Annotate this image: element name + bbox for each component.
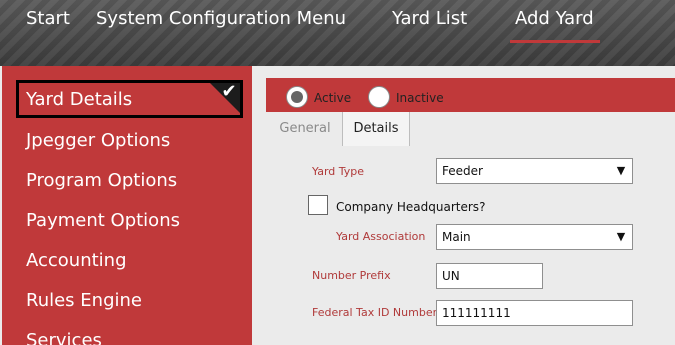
yard-association-value: Main xyxy=(442,230,471,244)
nav-yard-list[interactable]: Yard List xyxy=(392,8,467,30)
chevron-down-icon: ▼ xyxy=(616,164,626,177)
status-bar: Active Inactive xyxy=(266,78,675,112)
sidebar-item-rules-engine[interactable]: Rules Engine xyxy=(26,288,142,314)
inactive-radio-label[interactable]: Inactive xyxy=(396,90,444,106)
yard-type-select[interactable]: Feeder ▼ xyxy=(436,158,633,184)
number-prefix-label: Number Prefix xyxy=(312,269,391,282)
sidebar-item-accounting[interactable]: Accounting xyxy=(26,248,127,274)
chevron-down-icon: ▼ xyxy=(616,230,626,243)
tab-details[interactable]: Details xyxy=(342,112,410,146)
top-nav-bar: Start System Configuration Menu Yard Lis… xyxy=(0,0,675,66)
active-radio-label[interactable]: Active xyxy=(314,90,351,106)
check-icon: ✔ xyxy=(221,81,237,102)
sidebar-item-label: Yard Details xyxy=(26,89,133,110)
sidebar-item-program-options[interactable]: Program Options xyxy=(26,168,177,194)
federal-tax-id-input[interactable]: 111111111 xyxy=(436,300,633,326)
federal-tax-id-label: Federal Tax ID Number xyxy=(312,306,438,319)
yard-association-label: Yard Association xyxy=(336,230,426,243)
yard-type-label: Yard Type xyxy=(312,165,365,178)
main-panel: Active Inactive General Details Yard Typ… xyxy=(254,66,675,345)
tab-general[interactable]: General xyxy=(268,112,342,146)
sidebar: Yard Details ✔ Jpegger Options Program O… xyxy=(2,66,252,345)
company-headquarters-checkbox[interactable] xyxy=(308,195,328,215)
number-prefix-input[interactable]: UN xyxy=(436,263,543,289)
sidebar-item-payment-options[interactable]: Payment Options xyxy=(26,208,180,234)
nav-system-configuration-menu[interactable]: System Configuration Menu xyxy=(96,8,346,30)
yard-association-select[interactable]: Main ▼ xyxy=(436,224,633,250)
nav-start[interactable]: Start xyxy=(26,8,70,30)
sidebar-item-jpegger-options[interactable]: Jpegger Options xyxy=(26,128,170,154)
company-headquarters-label[interactable]: Company Headquarters? xyxy=(336,199,485,215)
sidebar-item-services[interactable]: Services xyxy=(26,328,102,345)
yard-type-value: Feeder xyxy=(442,164,483,178)
nav-add-yard[interactable]: Add Yard xyxy=(515,8,594,30)
sidebar-item-yard-details[interactable]: Yard Details ✔ xyxy=(16,80,243,118)
inactive-radio[interactable] xyxy=(368,86,390,108)
active-radio[interactable] xyxy=(286,86,308,108)
nav-active-indicator xyxy=(510,40,600,43)
